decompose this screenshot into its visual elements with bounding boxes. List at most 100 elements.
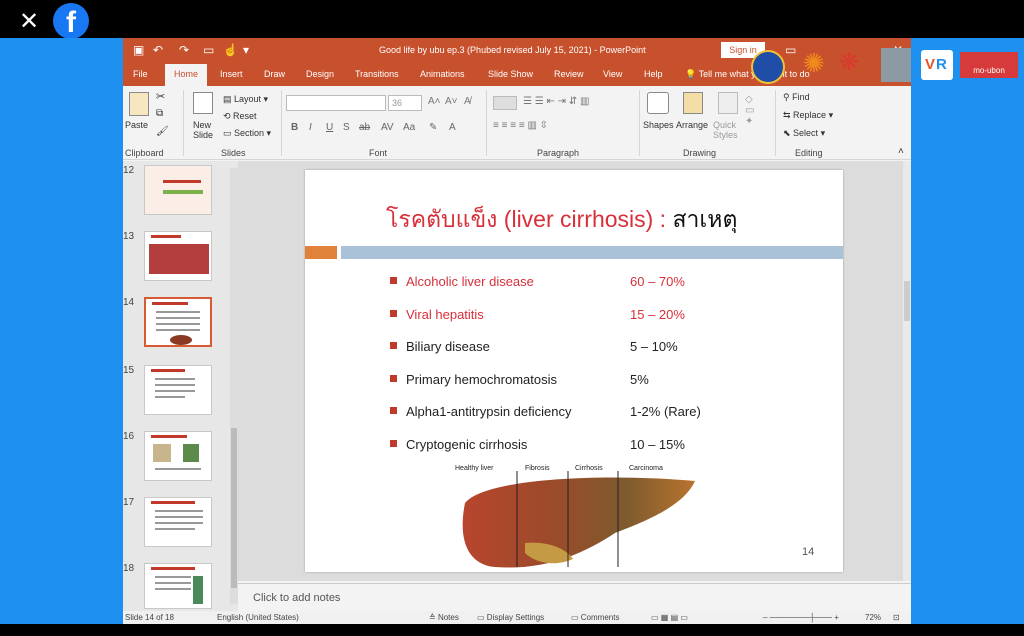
tab-review[interactable]: Review — [554, 69, 584, 79]
editing-group-label: Editing — [795, 148, 823, 158]
slide-title[interactable]: โรคตับแข็ง (liver cirrhosis) : สาเหตุ — [386, 202, 737, 238]
tab-draw[interactable]: Draw — [264, 69, 285, 79]
cause-value: 60 – 70% — [630, 274, 685, 289]
slide-thumbnail[interactable] — [144, 365, 212, 415]
touch-mode-icon[interactable]: ☝ — [223, 43, 238, 57]
fit-slide-icon[interactable]: ⊡ — [893, 613, 900, 622]
slide-thumbnail-selected[interactable] — [144, 297, 212, 347]
comments-button[interactable]: ▭ Comments — [571, 613, 619, 622]
format-painter-icon[interactable]: 🖌 — [156, 126, 169, 137]
tab-file[interactable]: File — [133, 69, 148, 79]
italic-icon[interactable]: I — [309, 122, 312, 133]
ribbon-home: Paste ✂ ⧉ 🖌 Clipboard New Slide ▤ Layout… — [123, 86, 911, 160]
view-buttons[interactable]: ▭ ▦ ▤ ▭ — [651, 613, 688, 622]
alignment-icon[interactable]: ≡ ≡ ≡ ≡ ▥ ⇳ — [493, 120, 548, 131]
new-slide-icon[interactable] — [193, 92, 213, 114]
medical-logo-icon: ❋ — [839, 49, 860, 76]
thumb-number: 16 — [123, 431, 135, 442]
font-size-select[interactable]: 36 — [388, 95, 422, 111]
font-name-select[interactable] — [286, 95, 386, 111]
zoom-slider[interactable]: – ───────┼─── + — [763, 613, 839, 622]
strikethrough-icon[interactable]: ab — [359, 122, 370, 133]
shape-fill-icon[interactable]: ◇ ▭ ✦ — [745, 94, 754, 127]
slide-thumbnail[interactable] — [144, 231, 212, 281]
paragraph-group-label: Paragraph — [537, 148, 580, 158]
list-item: Viral hepatitis 15 – 20% — [390, 307, 685, 322]
liver-shape — [462, 477, 695, 568]
quick-styles-button[interactable]: Quick Styles — [713, 120, 741, 140]
shrink-font-icon[interactable]: A˅ — [445, 96, 458, 107]
shadow-icon[interactable]: S — [343, 122, 350, 133]
shapes-button[interactable]: Shapes — [643, 120, 674, 130]
save-icon[interactable]: ▣ — [133, 43, 144, 57]
slide-thumbnail[interactable] — [144, 563, 212, 609]
replace-button[interactable]: ⇆ Replace ▾ — [783, 110, 833, 121]
bullets-icon[interactable] — [493, 96, 517, 110]
tab-transitions[interactable]: Transitions — [355, 69, 399, 79]
thumbnail-scrollbar[interactable] — [230, 168, 238, 604]
section-button[interactable]: ▭ Section ▾ — [223, 128, 271, 139]
notes-toggle[interactable]: ≙ Notes — [429, 613, 459, 622]
tab-animations[interactable]: Animations — [420, 69, 465, 79]
tell-me-search[interactable]: 💡 Tell me what you want to do — [685, 69, 810, 80]
shapes-icon[interactable] — [647, 92, 669, 114]
display-settings-button[interactable]: ▭ Display Settings — [477, 613, 544, 622]
change-case-icon[interactable]: Aa — [403, 122, 415, 133]
numbering-icon[interactable]: ☰ ☰ ⇤ ⇥ ⇵ ▥ — [523, 96, 589, 107]
tab-insert[interactable]: Insert — [220, 69, 243, 79]
notes-pane[interactable]: Click to add notes — [238, 583, 911, 611]
cut-icon[interactable]: ✂ — [156, 90, 165, 103]
customize-icon[interactable]: ▾ — [243, 43, 249, 57]
layout-button[interactable]: ▤ Layout ▾ — [223, 94, 268, 105]
reset-button[interactable]: ⟲ Reset — [223, 111, 257, 122]
right-background: V R mo-ubon — [911, 38, 1024, 624]
thumb-number: 17 — [123, 497, 135, 508]
copy-icon[interactable]: ⧉ — [156, 108, 163, 119]
clear-format-icon[interactable]: A̸ — [464, 96, 471, 107]
tab-design[interactable]: Design — [306, 69, 334, 79]
tab-home[interactable]: Home — [165, 64, 208, 86]
reset-label: Reset — [233, 111, 257, 121]
slide-thumbnail[interactable] — [144, 165, 212, 215]
arrange-button[interactable]: Arrange — [676, 120, 708, 130]
find-button[interactable]: ⚲ Find — [783, 92, 810, 103]
language-status[interactable]: English (United States) — [217, 613, 299, 622]
bold-icon[interactable]: B — [291, 122, 298, 133]
sun-logo-icon: ✺ — [803, 48, 825, 78]
tab-view[interactable]: View — [603, 69, 622, 79]
arrange-icon[interactable] — [683, 92, 703, 114]
new-slide-button[interactable]: New Slide — [193, 120, 219, 140]
paste-icon[interactable] — [129, 92, 149, 116]
liver-label-cirrhosis: Cirrhosis — [575, 465, 603, 472]
slide-thumbnail[interactable] — [144, 497, 212, 547]
status-bar: Slide 14 of 18 English (United States) ≙… — [123, 611, 911, 624]
list-item: Primary hemochromatosis 5% — [390, 372, 649, 387]
notes-placeholder: Click to add notes — [253, 592, 341, 604]
paste-button[interactable]: Paste — [125, 120, 148, 130]
replace-label: Replace — [793, 110, 827, 120]
close-icon[interactable]: ✕ — [16, 8, 42, 34]
accent-bar-orange — [305, 246, 337, 259]
undo-icon[interactable]: ↶ — [153, 43, 163, 57]
highlight-icon[interactable]: ✎ — [429, 122, 437, 133]
select-button[interactable]: ⬉ Select ▾ — [783, 128, 825, 139]
underline-icon[interactable]: U — [326, 122, 333, 133]
zoom-level[interactable]: 72% — [865, 613, 881, 622]
slide-page-number: 14 — [802, 546, 815, 558]
font-color-icon[interactable]: A — [449, 122, 456, 133]
tab-slide-show[interactable]: Slide Show — [488, 69, 533, 79]
spacing-icon[interactable]: AV — [381, 122, 394, 133]
ribbon-display-icon[interactable]: ▭ — [785, 43, 796, 57]
grow-font-icon[interactable]: A˄ — [428, 96, 441, 107]
present-icon[interactable]: ▭ — [203, 43, 214, 57]
slide-canvas[interactable]: โรคตับแข็ง (liver cirrhosis) : สาเหตุ Al… — [305, 170, 843, 572]
collapse-ribbon-icon[interactable]: ˄ — [898, 146, 904, 157]
redo-icon[interactable]: ↷ — [179, 43, 189, 57]
tab-help[interactable]: Help — [644, 69, 663, 79]
quick-styles-icon[interactable] — [718, 92, 738, 114]
viewer-top-bar: ✕ f — [0, 0, 1024, 39]
cause-label: Primary hemochromatosis — [406, 372, 557, 387]
editor-scrollbar[interactable] — [903, 161, 911, 581]
lightbulb-icon: 💡 — [685, 69, 697, 79]
slide-thumbnail[interactable] — [144, 431, 212, 481]
